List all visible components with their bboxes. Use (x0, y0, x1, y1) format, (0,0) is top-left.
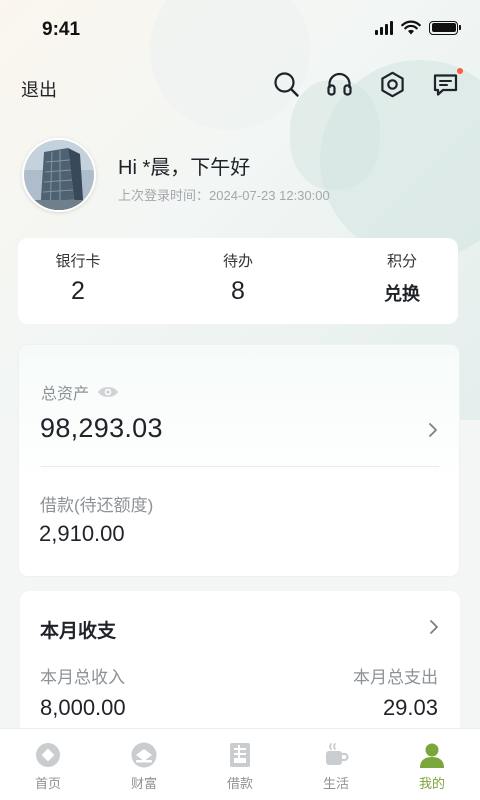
stat-todo[interactable]: 待办 8 (206, 250, 270, 306)
tab-label: 我的 (418, 776, 445, 791)
tab-label: 财富 (130, 776, 157, 791)
tab-wealth[interactable]: 财富 (96, 729, 192, 800)
status-icons (375, 20, 461, 35)
chevron-right-icon[interactable] (428, 619, 440, 635)
stat-label: 银行卡 (55, 253, 101, 270)
stat-label: 待办 (222, 253, 253, 270)
loan-icon (230, 743, 250, 767)
tab-life[interactable]: 生活 (288, 729, 384, 800)
wifi-icon (401, 20, 421, 35)
greeting-text: Hi *晨，下午好 (118, 157, 251, 179)
tab-home[interactable]: 首页 (0, 729, 96, 800)
tab-profile[interactable]: 我的 (384, 729, 480, 800)
stat-bank-cards[interactable]: 银行卡 2 (46, 250, 110, 306)
logout-button[interactable]: 退出 (21, 76, 57, 102)
loan-value: 2,910.00 (39, 521, 125, 546)
stat-points[interactable]: 积分 兑换 (370, 250, 434, 306)
total-assets-value: 98,293.03 (40, 413, 163, 443)
assets-card[interactable]: 总资产 98,293.03 借款(待还额度) 2,910.00 (18, 344, 460, 577)
stat-value: 8 (231, 277, 245, 305)
stat-value: 2 (71, 277, 85, 305)
stats-card: 银行卡 2 待办 8 积分 兑换 (18, 238, 458, 324)
expense-label: 本月总支出 (353, 668, 438, 687)
monthly-summary-card[interactable]: 本月收支 本月总收入 8,000.00 本月总支出 29.03 (20, 591, 460, 741)
last-login-time: 上次登录时间：2024-07-23 12:30:00 (118, 188, 330, 203)
income-value: 8,000.00 (40, 695, 126, 720)
headset-icon[interactable] (325, 70, 354, 99)
tab-loan[interactable]: 借款 (192, 729, 288, 800)
avatar[interactable] (22, 138, 96, 212)
profile-icon (420, 743, 444, 768)
expense-value: 29.03 (382, 695, 438, 720)
bottom-tab-bar: 首页 财富 借款 生活 我的 (0, 728, 480, 800)
wealth-icon (131, 742, 157, 768)
income-label: 本月总收入 (40, 668, 125, 687)
signal-icon (375, 20, 393, 35)
points-redeem-button[interactable]: 兑换 (370, 280, 434, 306)
tab-label: 首页 (34, 776, 61, 791)
chevron-right-icon[interactable] (427, 422, 439, 438)
life-icon (326, 743, 349, 765)
tab-label: 借款 (226, 776, 253, 791)
tab-label: 生活 (322, 776, 349, 791)
monthly-title: 本月收支 (40, 621, 117, 642)
search-icon[interactable] (272, 70, 301, 99)
message-icon[interactable] (431, 68, 463, 99)
battery-icon (429, 20, 461, 35)
total-assets-header: 总资产 (41, 380, 119, 404)
loan-label: 借款(待还额度) (40, 496, 154, 515)
eye-icon[interactable] (97, 385, 119, 399)
total-assets-label: 总资产 (41, 386, 90, 403)
divider (41, 466, 439, 467)
status-time: 9:41 (42, 19, 81, 40)
settings-icon[interactable] (378, 70, 407, 99)
header-actions (272, 68, 463, 99)
notification-dot (457, 68, 463, 74)
stat-label: 积分 (386, 253, 417, 270)
home-icon (36, 743, 60, 767)
